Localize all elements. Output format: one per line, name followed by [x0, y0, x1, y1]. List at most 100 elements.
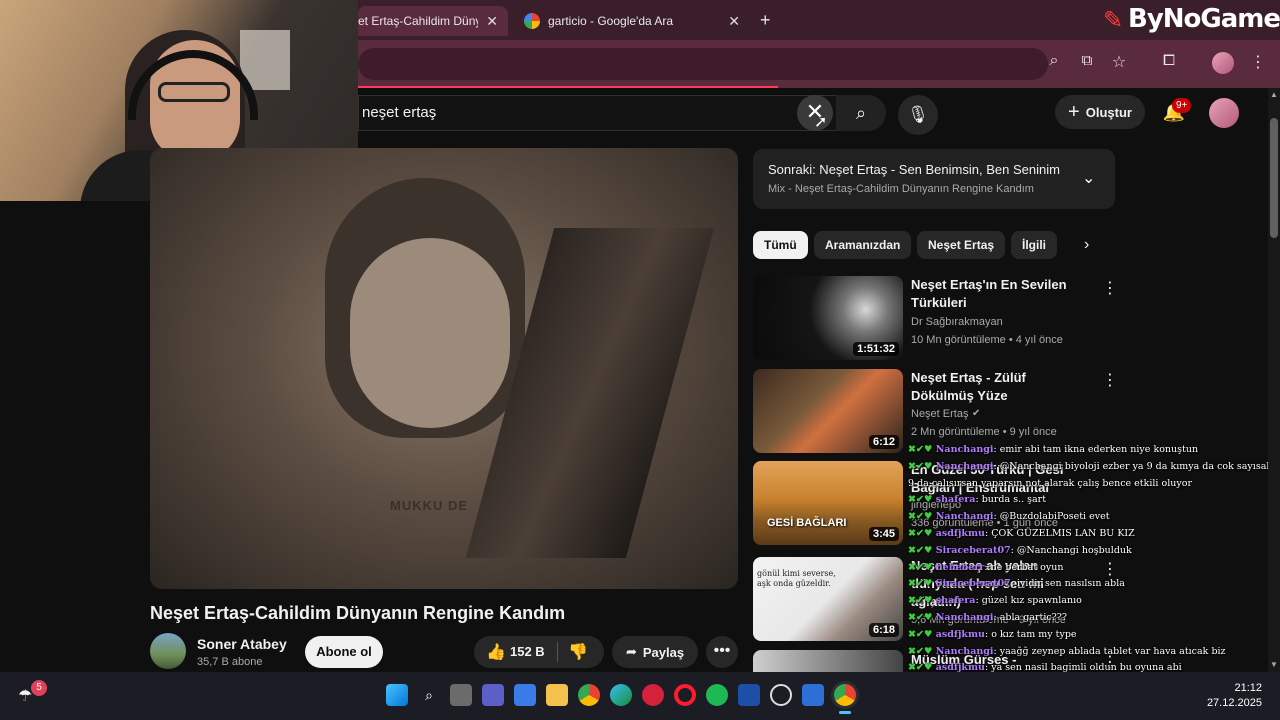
video-duration: 3:45: [868, 527, 899, 541]
gear-app-icon[interactable]: [802, 684, 824, 706]
chat-text: yaağğ zeynep ablada tablet var hava atıc…: [999, 645, 1226, 657]
dislike-icon[interactable]: 👎: [568, 642, 588, 662]
profile-avatar[interactable]: [1212, 52, 1234, 74]
related-thumbnail[interactable]: 1:51:32: [753, 276, 903, 360]
chat-badges-icon: ✖✔♥: [908, 612, 936, 623]
new-tab-button[interactable]: +: [760, 10, 771, 31]
chat-username: Siraceberat07: [935, 578, 1011, 590]
chat-badges-icon: ✖✔♥: [908, 444, 936, 455]
chat-username: heheberr: [935, 561, 985, 573]
related-thumbnail[interactable]: 6:12: [753, 369, 903, 453]
chat-message: 9 da çalısırsan yaparsın not alarak çalı…: [908, 478, 1192, 489]
related-meta: 2 Mn görüntüleme • 9 yıl önce: [911, 426, 1057, 438]
tab-google-search[interactable]: garticio - Google'da Ara ✕: [514, 6, 750, 36]
chip-from-search[interactable]: Aramanızdan: [814, 231, 912, 259]
address-bar[interactable]: [358, 48, 1048, 80]
chat-message: ✖✔♥ asdfjkmu: o kız tam my type: [908, 628, 1077, 640]
chevron-down-icon[interactable]: ⌄: [1082, 168, 1095, 188]
channel-subscriber-count: 35,7 B abone: [197, 656, 263, 668]
share-icon: ➦: [625, 644, 637, 659]
chat-message: ✖✔♥ Siraceberat07: @Nanchangi hoşbulduk: [908, 544, 1132, 556]
like-dislike-group: 👍 152 B 👎: [474, 636, 604, 668]
install-app-icon[interactable]: ⧉: [1076, 52, 1098, 74]
steam-icon[interactable]: [770, 684, 792, 706]
chrome-icon[interactable]: [578, 684, 600, 706]
more-actions-button[interactable]: •••: [706, 636, 738, 668]
chat-message: ✖✔♥ Nanchangi: @BuzdolabiPoseti evet: [908, 511, 1110, 523]
related-thumbnail[interactable]: [753, 650, 903, 672]
chat-text: @Nanchangi hoşbulduk: [1016, 544, 1132, 556]
more-icon: •••: [713, 642, 731, 659]
up-next-panel[interactable]: [753, 149, 1115, 209]
more-vert-icon[interactable]: ⋮: [1102, 278, 1118, 298]
mouse-cursor-icon: ➚: [814, 114, 828, 131]
chat-message: ✖✔♥ Nanchangi: yaağğ zeynep ablada table…: [908, 645, 1226, 657]
chat-text: @BuzdolabiPoseti evet: [999, 511, 1110, 523]
related-channel[interactable]: Dr Sağbırakmayan: [911, 316, 1003, 328]
start-icon[interactable]: [386, 684, 408, 706]
google-icon: [524, 13, 540, 29]
video-title: Neşet Ertaş-Cahildim Dünyanın Rengine Ka…: [150, 603, 566, 623]
search-icon[interactable]: ⌕: [418, 684, 440, 706]
chip-related[interactable]: İlgili: [1011, 231, 1057, 259]
chat-username: asdfjkmu: [935, 628, 985, 640]
voice-search-button[interactable]: 🎙: [898, 95, 938, 135]
notification-count-badge: 9+: [1172, 98, 1192, 113]
related-title[interactable]: Neşet Ertaş'ın En Sevilen Türküleri: [911, 276, 1091, 312]
system-clock[interactable]: 21:12 27.12.2025: [1198, 681, 1262, 711]
related-channel[interactable]: Neşet Ertaş: [911, 408, 968, 420]
channel-avatar[interactable]: [150, 633, 186, 669]
chat-badges-icon: ✖✔♥: [908, 595, 936, 607]
document-app-icon[interactable]: [738, 684, 760, 706]
spotify-icon[interactable]: [706, 684, 728, 706]
video-duration: 6:18: [868, 623, 899, 637]
store-icon[interactable]: [514, 684, 536, 706]
chrome-active-icon[interactable]: [834, 684, 856, 706]
related-thumbnail[interactable]: gönül kimi severse, aşk onda güzeldir. 6…: [753, 557, 903, 641]
share-button[interactable]: ➦ Paylaş: [612, 636, 698, 668]
chat-username: Siraceberat07: [935, 544, 1011, 556]
share-label: Paylaş: [642, 644, 685, 660]
chat-username: asdfjkmu: [935, 528, 985, 539]
media-player-icon[interactable]: [642, 684, 664, 706]
opera-icon[interactable]: [674, 684, 696, 706]
scroll-down-icon[interactable]: ▼: [1268, 660, 1280, 669]
browser-menu-icon[interactable]: ⋮: [1250, 52, 1266, 74]
tab-current-video[interactable]: et Ertaş-Cahildim Dünyanın Rengine ✕: [358, 6, 508, 36]
account-avatar[interactable]: [1209, 98, 1239, 128]
file-explorer-icon[interactable]: [546, 684, 568, 706]
video-duration: 6:12: [868, 435, 899, 449]
channel-name[interactable]: Soner Atabey: [197, 636, 287, 652]
related-thumbnail[interactable]: GESİ BAĞLARI 3:45: [753, 461, 903, 545]
scrollbar-thumb[interactable]: [1270, 118, 1278, 238]
chat-text: 9 da çalısırsan yaparsın not alarak çalı…: [908, 477, 1192, 489]
teams-icon[interactable]: [482, 684, 504, 706]
bookmark-star-icon[interactable]: ☆: [1108, 52, 1130, 74]
scroll-up-icon[interactable]: ▲: [1268, 90, 1280, 99]
more-vert-icon[interactable]: ⋮: [1102, 370, 1118, 390]
edge-icon[interactable]: [610, 684, 632, 706]
like-icon[interactable]: 👍: [486, 642, 506, 662]
chat-badges-icon: ✖✔♥: [908, 528, 936, 539]
video-frame-face: [350, 238, 510, 428]
close-icon[interactable]: ✕: [728, 13, 740, 30]
chip-neset-ertas[interactable]: Neşet Ertaş: [917, 231, 1006, 259]
task-view-icon[interactable]: [450, 684, 472, 706]
chip-all[interactable]: Tümü: [753, 231, 808, 259]
chat-badges-icon: ✖✔♥: [908, 645, 936, 657]
close-icon[interactable]: ✕: [486, 13, 498, 30]
chat-username: Nanchangi: [935, 460, 994, 472]
up-next-title: Sonraki: Neşet Ertaş - Sen Benimsin, Ben…: [768, 162, 1060, 177]
video-player[interactable]: MUKKU DE: [150, 148, 738, 589]
zoom-icon[interactable]: ⌕: [1043, 52, 1065, 74]
related-title[interactable]: Neşet Ertaş - Zülüf Dökülmüş Yüze: [911, 369, 1091, 405]
chat-text: ne berbat oyun: [990, 561, 1064, 573]
create-button[interactable]: + Oluştur: [1055, 95, 1145, 129]
search-button[interactable]: ⌕: [836, 95, 886, 131]
extensions-icon[interactable]: ⧠: [1158, 52, 1180, 74]
subscribe-button[interactable]: Abone ol: [305, 636, 383, 668]
chevron-right-icon[interactable]: ›: [1084, 236, 1089, 254]
weather-badge: 5: [31, 680, 47, 696]
like-count[interactable]: 152 B: [510, 644, 545, 659]
chat-badges-icon: ✖✔♥: [908, 494, 936, 506]
